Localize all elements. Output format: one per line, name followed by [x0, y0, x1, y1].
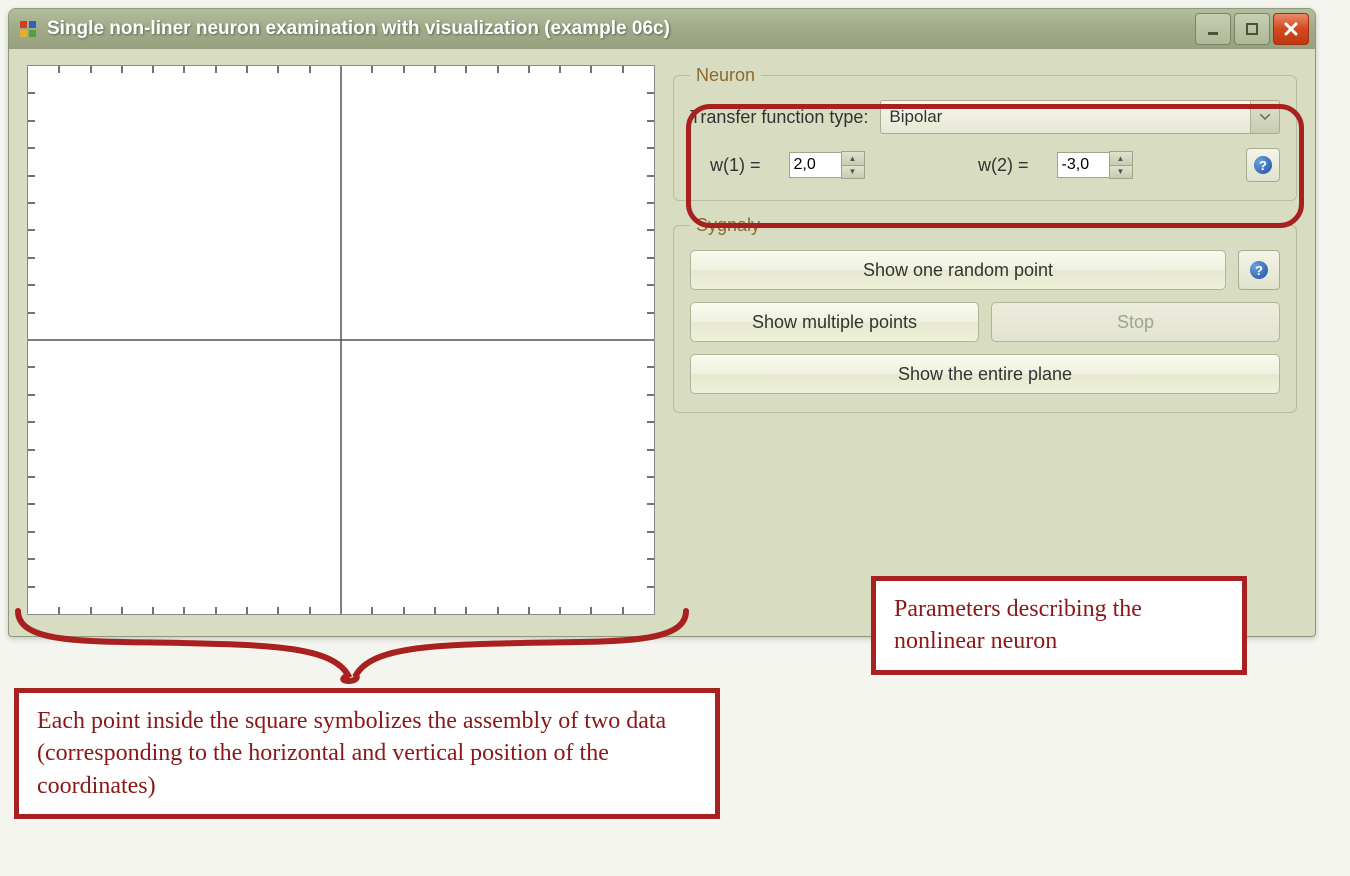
neuron-help-button[interactable]: ?: [1246, 148, 1280, 182]
help-icon: ?: [1254, 156, 1272, 174]
window-title: Single non-liner neuron examination with…: [47, 18, 1195, 40]
transfer-value: Bipolar: [889, 107, 942, 127]
w2-spin-buttons[interactable]: ▲▼: [1109, 151, 1133, 179]
client-area: Neuron Transfer function type: Bipolar w…: [9, 49, 1315, 631]
window-controls: [1195, 13, 1309, 45]
signals-legend: Sygnały: [690, 215, 766, 236]
signals-help-button[interactable]: ?: [1238, 250, 1280, 290]
help-icon: ?: [1250, 261, 1268, 279]
params-callout-text: Parameters describing the nonlinear neur…: [894, 596, 1142, 654]
coordinate-plot[interactable]: [27, 65, 655, 615]
show-random-button[interactable]: Show one random point: [690, 250, 1226, 290]
transfer-select[interactable]: Bipolar: [880, 100, 1280, 134]
show-plane-button[interactable]: Show the entire plane: [690, 354, 1280, 394]
params-callout: Parameters describing the nonlinear neur…: [871, 576, 1247, 675]
w1-spin-buttons[interactable]: ▲▼: [841, 151, 865, 179]
minimize-button[interactable]: [1195, 13, 1231, 45]
plot-callout: Each point inside the square symbolizes …: [14, 688, 720, 819]
app-icon: [17, 18, 39, 40]
app-window: Single non-liner neuron examination with…: [8, 8, 1316, 637]
titlebar[interactable]: Single non-liner neuron examination with…: [9, 9, 1315, 49]
neuron-legend: Neuron: [690, 65, 761, 86]
stop-button[interactable]: Stop: [991, 302, 1280, 342]
w2-label: w(2) =: [978, 155, 1029, 176]
w2-input[interactable]: [1057, 152, 1109, 178]
w2-spinner[interactable]: ▲▼: [1057, 151, 1133, 179]
close-button[interactable]: [1273, 13, 1309, 45]
transfer-label: Transfer function type:: [690, 107, 868, 128]
maximize-button[interactable]: [1234, 13, 1270, 45]
w1-label: w(1) =: [710, 155, 761, 176]
plot-callout-text: Each point inside the square symbolizes …: [37, 708, 666, 799]
w1-input[interactable]: [789, 152, 841, 178]
signals-group: Sygnały Show one random point ? Show mul…: [673, 215, 1297, 413]
neuron-group: Neuron Transfer function type: Bipolar w…: [673, 65, 1297, 201]
side-panel: Neuron Transfer function type: Bipolar w…: [673, 65, 1297, 615]
show-multiple-button[interactable]: Show multiple points: [690, 302, 979, 342]
chevron-down-icon: [1250, 101, 1279, 133]
w1-spinner[interactable]: ▲▼: [789, 151, 865, 179]
